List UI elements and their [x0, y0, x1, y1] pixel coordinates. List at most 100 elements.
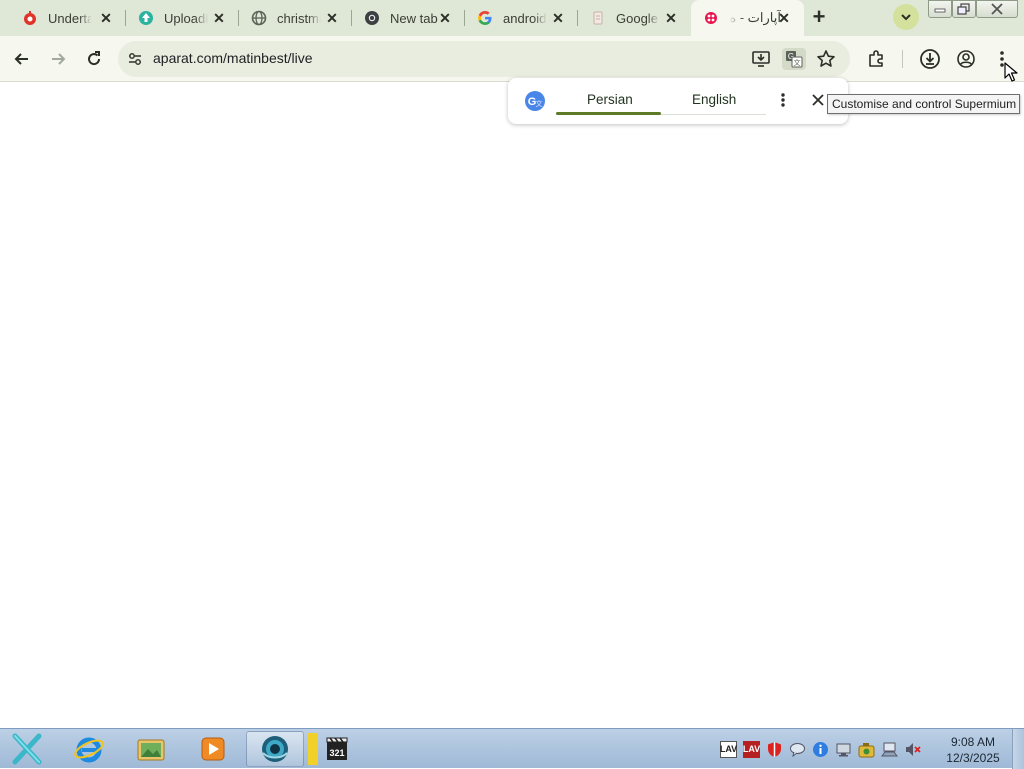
- network-icon[interactable]: [835, 741, 852, 758]
- media-player-classic-icon: 321: [326, 737, 348, 760]
- close-icon[interactable]: ✕: [324, 10, 340, 26]
- reload-button[interactable]: [80, 45, 108, 73]
- close-icon[interactable]: ✕: [211, 10, 227, 26]
- taskbar-clock[interactable]: 9:08 AM 12/3/2025: [940, 734, 1006, 766]
- browser-toolbar: aparat.com/matinbest/live G文: [0, 36, 1024, 82]
- translate-icon[interactable]: G文: [782, 48, 806, 70]
- tab-title: آپارات - ه: [729, 10, 781, 25]
- arrow-right-icon: [52, 53, 66, 65]
- tab-5[interactable]: android ✕: [465, 0, 578, 36]
- mouse-cursor-icon: [1004, 62, 1018, 87]
- chrome-icon: [364, 10, 380, 26]
- svg-text:321: 321: [329, 748, 344, 758]
- system-tray: LAV LAV: [720, 737, 921, 761]
- connection-icon[interactable]: [881, 741, 898, 758]
- translate-bubble: G文 Persian English: [508, 78, 848, 124]
- taskbar-media-player-classic[interactable]: 321: [308, 731, 366, 767]
- supermium-icon: [262, 736, 288, 762]
- media-player-icon: [201, 737, 225, 761]
- lav-video-icon[interactable]: LAV: [743, 740, 760, 758]
- restore-button[interactable]: [952, 0, 976, 18]
- new-tab-button[interactable]: +: [808, 6, 830, 28]
- google-translate-icon: G文: [524, 90, 546, 117]
- profile-icon: [957, 50, 975, 68]
- google-icon: [477, 10, 493, 26]
- close-icon[interactable]: [812, 93, 824, 111]
- running-indicator: [308, 733, 318, 765]
- clock-date: 12/3/2025: [946, 751, 1000, 765]
- tab-7-active[interactable]: آپارات - ه ✕: [691, 0, 804, 36]
- download-icon: [920, 49, 940, 69]
- chat-icon[interactable]: [789, 741, 806, 758]
- volume-muted-icon[interactable]: [904, 741, 921, 758]
- svg-text:文: 文: [794, 58, 801, 67]
- translate-options-icon[interactable]: [780, 92, 786, 113]
- taskbar-explorer[interactable]: [122, 731, 180, 767]
- upload-icon: [138, 10, 154, 26]
- tab-strip: Underta ✕ UploadH ✕ christma ✕ New tab ✕…: [0, 0, 1024, 36]
- extensions-button[interactable]: [862, 45, 890, 73]
- window-controls: [926, 0, 1018, 20]
- close-icon[interactable]: ✕: [437, 10, 453, 26]
- chevron-down-icon: [901, 14, 911, 21]
- close-icon[interactable]: ✕: [663, 10, 679, 26]
- lav-audio-icon[interactable]: LAV: [720, 740, 737, 758]
- clock-time: 9:08 AM: [950, 735, 996, 749]
- minimize-button[interactable]: [928, 0, 952, 18]
- install-app-icon[interactable]: [751, 49, 771, 74]
- arrow-left-icon: [14, 53, 28, 65]
- profile-button[interactable]: [952, 45, 980, 73]
- reload-icon: [88, 51, 101, 66]
- tab-title: christma: [277, 10, 321, 26]
- svg-text:文: 文: [536, 99, 543, 108]
- taskbar-ie[interactable]: [60, 731, 118, 767]
- tab-1[interactable]: Underta ✕: [0, 0, 126, 36]
- tab-search-button[interactable]: [893, 4, 919, 30]
- language-tab-persian[interactable]: Persian: [587, 92, 633, 107]
- address-bar[interactable]: aparat.com/matinbest/live G文: [118, 41, 850, 77]
- tab-title: Underta: [48, 10, 92, 26]
- start-button[interactable]: [0, 731, 54, 767]
- close-icon: [991, 3, 1003, 15]
- start-icon: [12, 733, 42, 765]
- puzzle-icon: [869, 50, 883, 67]
- tab-title: New tab: [390, 10, 438, 26]
- tab-title: UploadH: [164, 10, 208, 26]
- selected-tab-indicator: [556, 112, 661, 115]
- taskbar: 321 LAV LAV 9:08 AM 12/3/2025: [0, 728, 1024, 769]
- info-icon[interactable]: [812, 741, 829, 758]
- url-text: aparat.com/matinbest/live: [153, 50, 313, 66]
- shield-icon[interactable]: [766, 741, 783, 758]
- security-center-icon[interactable]: [858, 741, 875, 758]
- language-tab-english[interactable]: English: [692, 92, 736, 107]
- back-button[interactable]: [8, 45, 36, 73]
- flame-icon: [22, 10, 38, 26]
- close-icon[interactable]: ✕: [776, 10, 792, 26]
- taskbar-media-player[interactable]: [184, 731, 242, 767]
- minimize-icon: [934, 8, 946, 13]
- internet-explorer-icon: [74, 737, 104, 763]
- menu-tooltip: Customise and control Supermium: [827, 94, 1020, 114]
- site-settings-icon[interactable]: [127, 51, 143, 72]
- tab-title: android: [503, 10, 547, 26]
- globe-icon: [251, 10, 267, 26]
- show-desktop-button[interactable]: [1012, 729, 1024, 769]
- toolbar-separator: [902, 50, 903, 68]
- doc-icon: [590, 10, 606, 26]
- taskbar-supermium[interactable]: [246, 731, 304, 767]
- tab-3[interactable]: christma ✕: [239, 0, 352, 36]
- close-icon[interactable]: ✕: [98, 10, 114, 26]
- page-content[interactable]: [0, 83, 1024, 728]
- tab-4[interactable]: New tab ✕: [352, 0, 465, 36]
- tab-title: Google: [616, 10, 658, 26]
- aparat-icon: [703, 10, 719, 26]
- close-icon[interactable]: ✕: [550, 10, 566, 26]
- downloads-button[interactable]: [916, 45, 944, 73]
- close-window-button[interactable]: [976, 0, 1018, 18]
- tab-2[interactable]: UploadH ✕: [126, 0, 239, 36]
- tab-6[interactable]: Google ✕: [578, 0, 691, 36]
- file-explorer-icon: [137, 739, 165, 761]
- bookmark-star-icon[interactable]: [816, 49, 836, 74]
- forward-button[interactable]: [44, 45, 72, 73]
- restore-icon: [957, 3, 970, 15]
